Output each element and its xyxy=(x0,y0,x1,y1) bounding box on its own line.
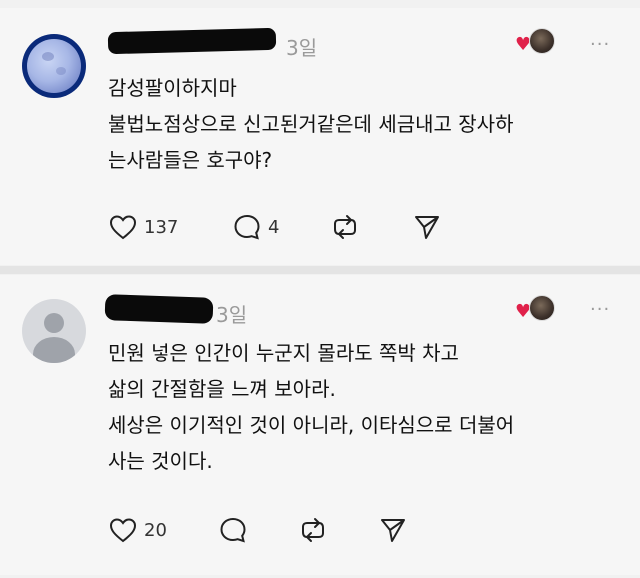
like-button[interactable]: 137 xyxy=(108,212,178,242)
like-count: 20 xyxy=(144,519,167,541)
repost-icon xyxy=(302,518,324,542)
repost-button[interactable] xyxy=(330,212,360,242)
post-text-line: 불법노점상으로 신고된거같은데 세금내고 장사하 xyxy=(108,112,514,136)
post-text-line: 민원 넣은 인간이 누군지 몰라도 쪽박 차고 xyxy=(108,341,459,365)
liked-by-indicator[interactable]: ♥ xyxy=(515,28,557,58)
reply-post[interactable]: 3일 ♥ ··· 감성팔이하지마 불법노점상으로 신고된거같은데 세금내고 장사… xyxy=(0,8,640,265)
comment-icon xyxy=(234,214,260,240)
liker-avatar xyxy=(529,295,555,321)
share-icon xyxy=(415,216,439,239)
share-button[interactable] xyxy=(378,515,408,545)
post-text-line: 사는 것이다. xyxy=(108,449,213,473)
avatar-head xyxy=(44,313,64,333)
comment-button[interactable] xyxy=(218,515,248,545)
post-text-line: 삶의 간절함을 느껴 보아라. xyxy=(108,377,336,401)
heart-icon xyxy=(109,215,137,240)
moon-crater xyxy=(56,67,66,75)
liker-avatar xyxy=(529,28,555,54)
comment-icon xyxy=(220,517,246,543)
post-text-line: 는사람들은 호구야? xyxy=(108,148,273,172)
redacted-username xyxy=(104,294,214,324)
like-button[interactable]: 20 xyxy=(108,515,167,545)
repost-button[interactable] xyxy=(298,515,328,545)
post-text-line: 세상은 이기적인 것이 아니라, 이타심으로 더불어 xyxy=(108,413,515,437)
like-count: 137 xyxy=(144,216,179,238)
share-button[interactable] xyxy=(412,212,442,242)
post-text: 민원 넣은 인간이 누군지 몰라도 쪽박 차고 삶의 간절함을 느껴 보아라. … xyxy=(108,335,514,479)
reply-post[interactable]: 3일 ♥ ··· 민원 넣은 인간이 누군지 몰라도 쪽박 차고 삶의 간절함을… xyxy=(0,275,640,575)
heart-icon xyxy=(109,518,137,543)
moon-image xyxy=(27,39,81,93)
avatar-default[interactable] xyxy=(22,299,86,363)
comment-button[interactable]: 4 xyxy=(232,212,279,242)
more-icon[interactable]: ··· xyxy=(590,34,610,55)
avatar-body xyxy=(33,337,75,363)
post-time: 3일 xyxy=(216,303,248,327)
post-time: 3일 xyxy=(286,36,318,60)
repost-icon xyxy=(334,215,356,239)
redacted-username xyxy=(107,27,277,55)
more-icon[interactable]: ··· xyxy=(590,299,610,320)
avatar-moon[interactable] xyxy=(22,34,86,98)
share-icon xyxy=(381,519,405,542)
post-text-line: 감성팔이하지마 xyxy=(108,76,237,100)
liked-by-indicator[interactable]: ♥ xyxy=(515,295,557,325)
post-divider xyxy=(0,266,640,274)
post-text: 감성팔이하지마 불법노점상으로 신고된거같은데 세금내고 장사하 는사람들은 호… xyxy=(108,70,513,178)
moon-crater xyxy=(42,52,54,61)
comment-count: 4 xyxy=(268,216,280,238)
